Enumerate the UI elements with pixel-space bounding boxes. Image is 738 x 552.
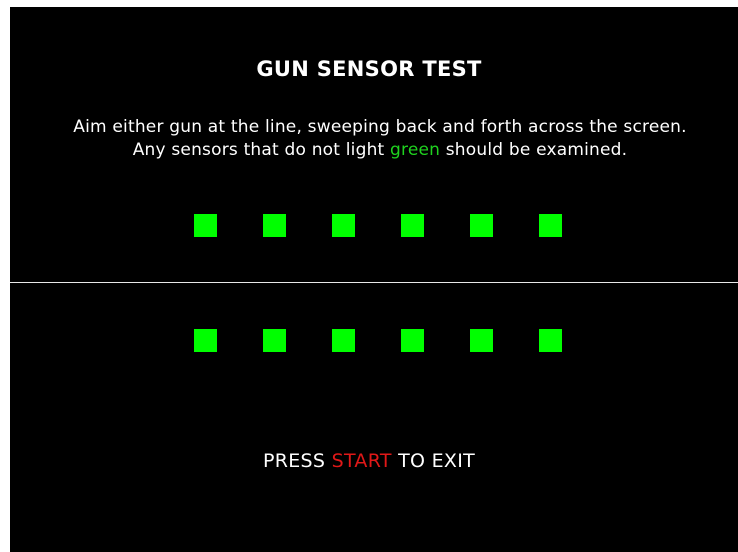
top-sensor-3 — [332, 214, 355, 237]
bottom-sensor-5 — [470, 329, 493, 352]
instruction-green-word: green — [390, 140, 441, 160]
top-sensor-5 — [470, 214, 493, 237]
screen-title: GUN SENSOR TEST — [256, 57, 482, 81]
exit-text-before: PRESS — [262, 450, 332, 472]
sensor-row-bottom — [10, 329, 738, 353]
bottom-sensor-3 — [332, 329, 355, 352]
exit-instruction: PRESS START TO EXIT — [10, 450, 738, 472]
bottom-sensor-1 — [194, 329, 217, 352]
bottom-sensor-4 — [401, 329, 424, 352]
top-sensor-1 — [194, 214, 217, 237]
instruction-line-1: Aim either gun at the line, sweeping bac… — [73, 117, 687, 137]
sensor-row-top — [10, 214, 738, 238]
exit-start-word: START — [331, 450, 392, 472]
target-line — [10, 282, 738, 283]
top-sensor-2 — [263, 214, 286, 237]
bottom-sensor-2 — [263, 329, 286, 352]
instruction-text-after: should be examined. — [440, 140, 628, 160]
game-screen: GUN SENSOR TEST Aim either gun at the li… — [10, 7, 738, 552]
top-sensor-6 — [539, 214, 562, 237]
instruction-text-before: Any sensors that do not light — [132, 140, 391, 160]
instruction-line-2: Any sensors that do not light green shou… — [10, 140, 738, 160]
exit-text-after: TO EXIT — [391, 450, 476, 472]
top-sensor-4 — [401, 214, 424, 237]
bottom-sensor-6 — [539, 329, 562, 352]
